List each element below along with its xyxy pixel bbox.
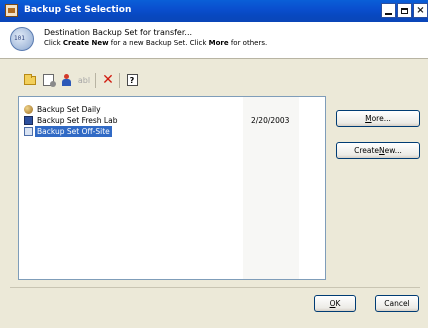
user-icon: [61, 74, 72, 86]
offsite-set-icon: [24, 127, 33, 136]
instructions-suffix: for others.: [228, 39, 268, 47]
dialog-header: Destination Backup Set for transfer... C…: [0, 22, 428, 58]
maximize-icon: [401, 7, 408, 14]
delete-icon: ✕: [102, 72, 114, 88]
ok-label: K: [335, 299, 341, 308]
backup-set-selection-dialog: Backup Set Selection × Destination Backu…: [0, 0, 428, 328]
instructions-more: More: [208, 39, 229, 47]
window-title: Backup Set Selection: [24, 5, 132, 15]
backup-set-name: Backup Set Fresh Lab: [37, 116, 118, 125]
properties-icon: [42, 74, 56, 87]
list-item-selected[interactable]: Backup Set Off-Site: [19, 126, 325, 137]
help-icon: ?: [126, 74, 138, 86]
backup-set-list[interactable]: Backup Set Daily Backup Set Fresh Lab 2/…: [18, 96, 326, 280]
rename-button[interactable]: abl: [76, 72, 92, 88]
close-icon: ×: [416, 5, 425, 16]
title-bar[interactable]: Backup Set Selection ×: [0, 0, 428, 22]
instructions-prefix: Click: [44, 39, 63, 47]
properties-button[interactable]: [40, 72, 56, 88]
app-icon: [5, 4, 18, 17]
list-item[interactable]: Backup Set Daily: [19, 104, 325, 115]
header-instructions: Click Create New for a new Backup Set. C…: [44, 39, 267, 47]
header-title: Destination Backup Set for transfer...: [44, 28, 193, 37]
more-label: ore...: [371, 114, 391, 123]
new-folder-icon: [24, 73, 36, 85]
user-button[interactable]: [58, 72, 74, 88]
backup-set-icon: [10, 27, 34, 51]
backup-set-name: Backup Set Off-Site: [35, 126, 112, 137]
backup-set-date: 2/20/2003: [251, 116, 290, 125]
more-button[interactable]: More...: [336, 110, 420, 127]
create-new-button[interactable]: Create New...: [336, 142, 420, 159]
close-button[interactable]: ×: [413, 3, 428, 18]
new-folder-button[interactable]: [22, 72, 38, 88]
create-label-prefix: Create: [354, 146, 380, 155]
toolbar-separator: [95, 73, 96, 88]
cancel-button[interactable]: Cancel: [375, 295, 419, 312]
header-divider: [0, 58, 428, 59]
ok-button[interactable]: OK: [314, 295, 356, 312]
instructions-middle: for a new Backup Set. Click: [108, 39, 209, 47]
list-item[interactable]: Backup Set Fresh Lab 2/20/2003: [19, 115, 325, 126]
help-button[interactable]: ?: [124, 72, 140, 88]
toolbar: abl ✕ ?: [22, 72, 222, 90]
rename-icon: abl: [77, 75, 91, 85]
toolbar-separator: [119, 73, 120, 88]
minimize-icon: [385, 12, 392, 15]
instructions-create-new: Create New: [62, 39, 109, 47]
fresh-set-icon: [24, 116, 33, 125]
daily-set-icon: [24, 105, 33, 114]
footer-divider: [10, 287, 420, 288]
backup-set-name: Backup Set Daily: [37, 105, 101, 114]
minimize-button[interactable]: [381, 3, 396, 18]
maximize-button[interactable]: [397, 3, 412, 18]
delete-button[interactable]: ✕: [100, 72, 116, 88]
create-label-rest: ew...: [384, 146, 402, 155]
